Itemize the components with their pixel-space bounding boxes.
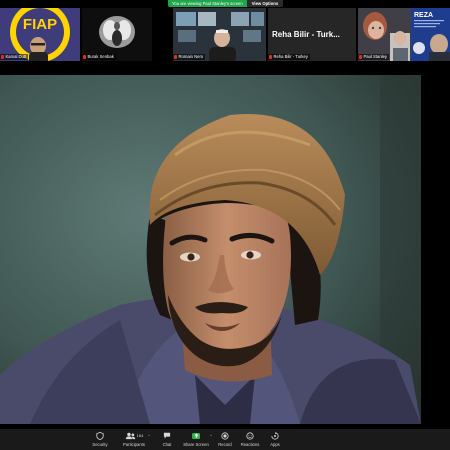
participant-tile[interactable]: REZA [411,8,450,61]
muted-mic-icon [359,55,362,59]
participant-name-label: Burak Senbak [82,54,116,60]
reactions-icon [246,431,254,440]
participant-tile[interactable]: Romain Nero [173,8,266,61]
participant-name-label: Romain Nero [173,54,206,60]
chat-icon [163,432,171,439]
participant-count: 164 [136,433,144,438]
participants-button[interactable]: 164 Participants ^ [117,431,151,447]
security-button[interactable]: Security [83,431,117,447]
participant-name-label: Paul Stanley [358,54,390,60]
participant-display-name: Reha Bilir - Turk... [272,30,340,39]
record-icon [221,431,229,440]
reza-title: REZA [414,12,433,19]
svg-text:FIAP: FIAP [23,16,57,33]
viewing-notice-text: You are viewing Paul Stanley's screen [168,0,247,7]
participant-tile[interactable]: Reha Bilir - Turk... Reha Bilir - Turkey [268,8,356,61]
participant-video: REZA [411,8,450,61]
shield-icon [96,431,104,440]
muted-mic-icon [1,55,4,59]
view-options-button[interactable]: View Options [246,0,284,7]
participant-name-label: Reha Bilir - Turkey [268,54,310,60]
meeting-toolbar: Security 164 Participants ^ Chat Share S… [0,429,450,450]
apps-icon [271,431,279,440]
share-screen-icon [192,432,200,439]
participant-name-label: Kamal Dutt [0,54,29,60]
apps-button[interactable]: Apps [258,431,292,447]
muted-mic-icon [269,55,272,59]
screen-share-notice: You are viewing Paul Stanley's screen Vi… [168,0,284,7]
participant-tile[interactable]: Burak Senbak [82,8,152,61]
shared-portrait-image [0,75,421,424]
participant-tile[interactable]: FIAP Kamal Dutt [0,8,80,61]
shared-screen-view [0,75,421,424]
participant-tile[interactable]: Paul Stanley [358,8,411,61]
muted-mic-icon [83,55,86,59]
participant-strip: FIAP Kamal Dutt Burak Senbak Romain Nero… [0,8,450,61]
participants-icon [125,432,135,439]
muted-mic-icon [174,55,177,59]
